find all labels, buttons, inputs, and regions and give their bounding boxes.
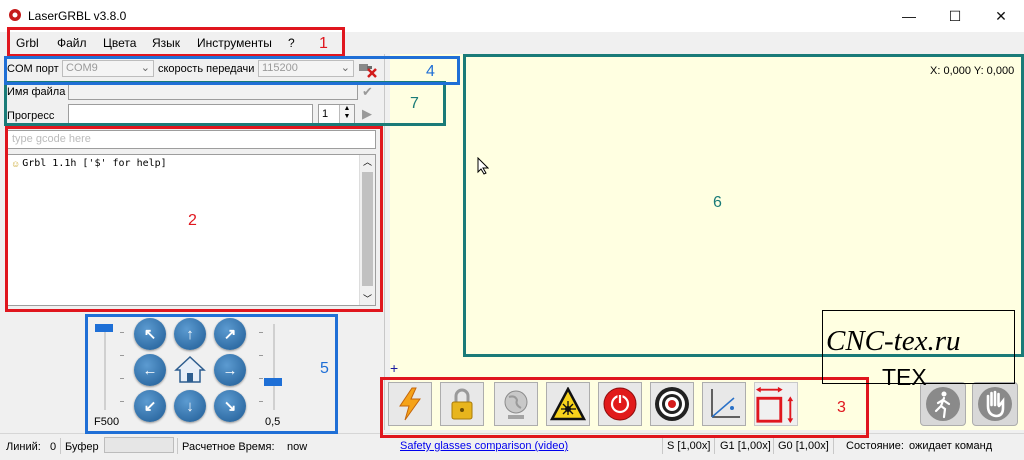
annotation-box-5 — [85, 314, 338, 434]
walk-icon — [926, 387, 960, 421]
lines-value: 0 — [50, 441, 57, 453]
annotation-box-1 — [7, 27, 345, 57]
buffer-bar — [104, 437, 174, 453]
annotation-box-7 — [4, 81, 446, 126]
status-divider — [662, 438, 663, 454]
annotation-number-3: 3 — [837, 399, 846, 416]
close-button[interactable]: ✕ — [978, 0, 1024, 32]
toolbar-button[interactable] — [920, 382, 966, 426]
watermark-text: CNC-tex.ru — [826, 325, 961, 357]
window-title: LaserGRBL v3.8.0 — [28, 9, 127, 23]
s-override[interactable]: S [1,00x] — [667, 440, 710, 452]
toolbar-button[interactable] — [972, 382, 1018, 426]
origin-cross-icon: + — [390, 360, 399, 376]
app-logo-icon — [8, 8, 22, 22]
lines-label: Линий: — [6, 441, 41, 453]
safety-video-link[interactable]: Safety glasses comparison (video) — [400, 440, 568, 452]
maximize-button[interactable]: ☐ — [932, 0, 978, 32]
annotation-box-3 — [380, 377, 869, 438]
annotation-number-4: 4 — [426, 63, 435, 80]
status-divider — [833, 438, 834, 454]
hand-stop-icon — [978, 387, 1012, 421]
annotation-number-6: 6 — [713, 194, 722, 211]
g0-override[interactable]: G0 [1,00x] — [778, 440, 829, 452]
annotation-number-5: 5 — [320, 360, 329, 377]
status-divider — [714, 438, 715, 454]
status-divider — [177, 438, 178, 454]
annotation-number-2: 2 — [188, 212, 197, 229]
buffer-label: Буфер — [65, 441, 99, 453]
minimize-button[interactable]: — — [886, 0, 932, 32]
state-label: Состояние: — [846, 440, 904, 452]
watermark-subtext: TEX — [882, 364, 927, 390]
time-label: Расчетное Время: — [182, 441, 275, 453]
annotation-number-7: 7 — [410, 95, 419, 112]
state-value: ожидает команд — [909, 440, 993, 452]
annotation-box-4 — [4, 56, 460, 85]
status-divider — [773, 438, 774, 454]
g1-override[interactable]: G1 [1,00x] — [720, 440, 771, 452]
annotation-number-1: 1 — [319, 35, 328, 52]
time-value: now — [287, 441, 308, 453]
status-divider — [60, 438, 61, 454]
